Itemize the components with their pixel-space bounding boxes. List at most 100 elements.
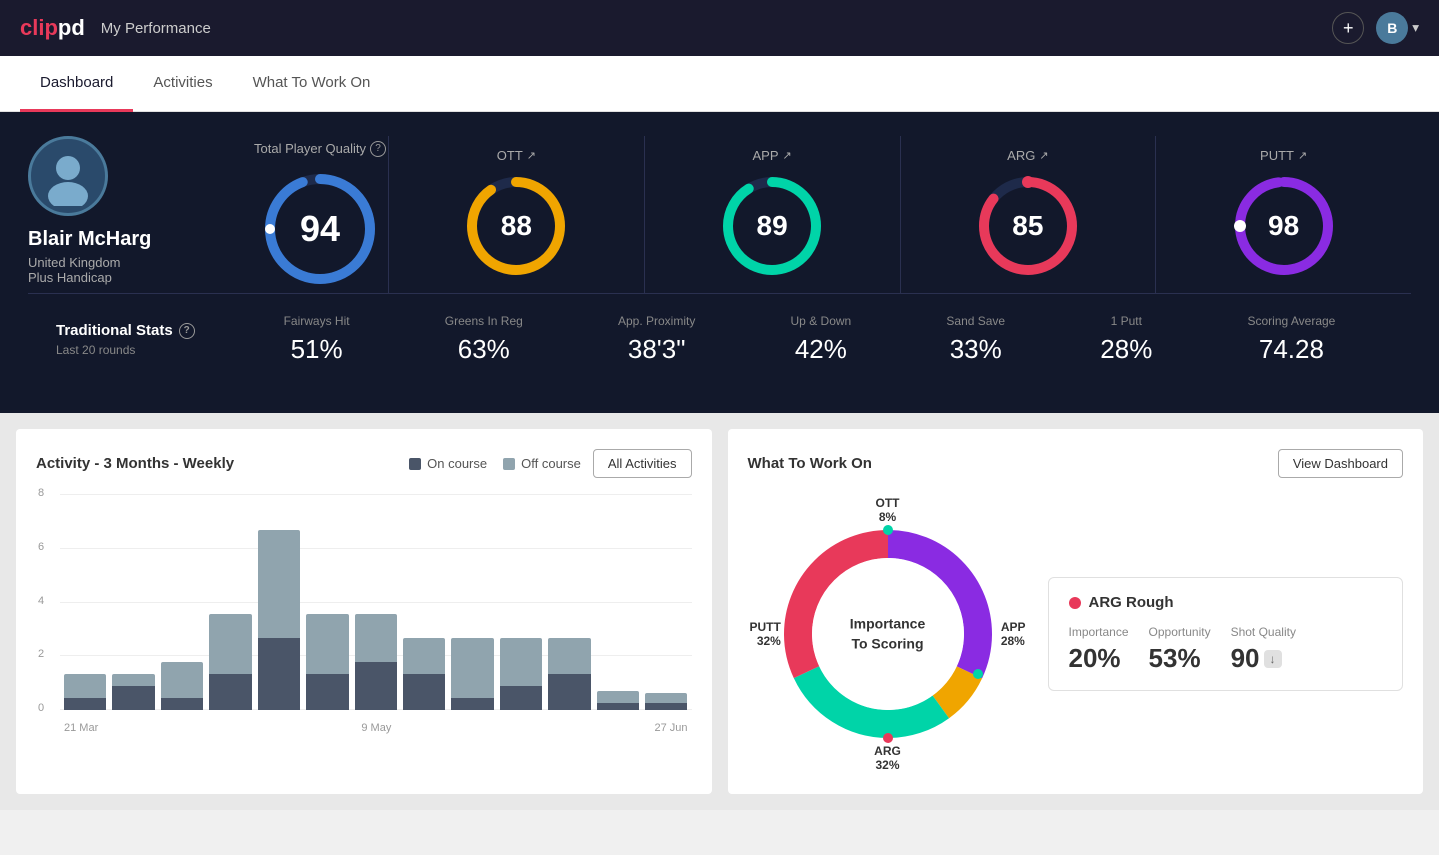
putt-trend-icon: ↗ — [1298, 149, 1307, 162]
activity-chart-title: Activity - 3 Months - Weekly — [36, 455, 234, 472]
tabs-nav: Dashboard Activities What To Work On — [0, 56, 1439, 112]
total-quality-value: 94 — [300, 208, 340, 250]
bar-group — [355, 494, 397, 710]
donut-wrapper: Importance To Scoring OTT 8% APP 28% — [748, 494, 1028, 774]
bar-group — [209, 494, 251, 710]
tab-dashboard[interactable]: Dashboard — [20, 56, 133, 112]
activity-chart-panel: Activity - 3 Months - Weekly On course O… — [16, 429, 712, 794]
bar-off-course — [597, 691, 639, 703]
donut-label-ott: OTT 8% — [876, 496, 900, 524]
score-putt: PUTT ↗ 98 — [1156, 136, 1411, 293]
trad-stats-subtitle: Last 20 rounds — [56, 343, 236, 357]
total-quality-help-icon[interactable]: ? — [370, 141, 386, 157]
shot-quality-label: Shot Quality — [1231, 625, 1296, 639]
opportunity-label: Opportunity — [1149, 625, 1211, 639]
bar-off-course — [451, 638, 493, 698]
bar-on-course — [209, 674, 251, 710]
bar-group — [500, 494, 542, 710]
sandsave-value: 33% — [946, 334, 1005, 365]
bar-group — [306, 494, 348, 710]
info-card-header: ARG Rough — [1069, 594, 1383, 611]
performance-banner: Blair McHarg United Kingdom Plus Handica… — [0, 112, 1439, 413]
tab-what-to-work-on[interactable]: What To Work On — [233, 56, 391, 112]
activity-chart-header: Activity - 3 Months - Weekly On course O… — [36, 449, 692, 478]
bar-off-course — [161, 662, 203, 698]
putt-circle: 98 — [1229, 171, 1339, 281]
arg-value: 85 — [1012, 210, 1043, 242]
stat-1putt: 1 Putt 28% — [1100, 314, 1152, 365]
bottom-panels: Activity - 3 Months - Weekly On course O… — [0, 413, 1439, 810]
scoring-avg-label: Scoring Average — [1248, 314, 1336, 328]
bar-group — [161, 494, 203, 710]
bar-off-course — [209, 614, 251, 674]
score-app: APP ↗ 89 — [645, 136, 901, 293]
bar-group — [451, 494, 493, 710]
score-ott: OTT ↗ 88 — [389, 136, 645, 293]
chart-legend: On course Off course — [409, 456, 581, 471]
stat-greens: Greens In Reg 63% — [445, 314, 523, 365]
info-metrics: Importance 20% Opportunity 53% Shot Qual… — [1069, 625, 1383, 674]
stat-sand-save: Sand Save 33% — [946, 314, 1005, 365]
score-ott-label: OTT ↗ — [497, 148, 536, 163]
greens-value: 63% — [445, 334, 523, 365]
total-quality-circle: 94 — [260, 169, 380, 289]
updown-value: 42% — [791, 334, 852, 365]
trad-stats-title: Traditional Stats ? — [56, 322, 236, 339]
trad-stats-help-icon[interactable]: ? — [179, 323, 195, 339]
view-dashboard-button[interactable]: View Dashboard — [1278, 449, 1403, 478]
wtwo-content: Importance To Scoring OTT 8% APP 28% — [748, 494, 1404, 774]
shot-quality-badge: ↓ — [1264, 650, 1282, 668]
all-activities-button[interactable]: All Activities — [593, 449, 692, 478]
arg-circle: 85 — [973, 171, 1083, 281]
opportunity-value: 53% — [1149, 643, 1211, 674]
info-card: ARG Rough Importance 20% Opportunity 53%… — [1048, 577, 1404, 691]
info-card-title: ARG Rough — [1089, 594, 1174, 611]
stat-up-down: Up & Down 42% — [791, 314, 852, 365]
avatar: B — [1376, 12, 1408, 44]
score-arg-label: ARG ↗ — [1007, 148, 1048, 163]
activity-chart-controls: On course Off course All Activities — [409, 449, 691, 478]
user-avatar-button[interactable]: B ▾ — [1376, 12, 1419, 44]
bar-off-course — [258, 530, 300, 638]
metric-opportunity: Opportunity 53% — [1149, 625, 1211, 674]
bar-group — [548, 494, 590, 710]
player-avatar — [28, 136, 108, 216]
putt-value: 98 — [1268, 210, 1299, 242]
ott-value: 88 — [501, 210, 532, 242]
donut-label-putt: PUTT 32% — [750, 620, 781, 648]
bar-group — [64, 494, 106, 710]
donut-label-app: APP 28% — [1001, 620, 1026, 648]
bar-off-course — [64, 674, 106, 698]
tab-activities[interactable]: Activities — [133, 56, 232, 112]
shot-quality-value: 90 — [1231, 643, 1260, 674]
bar-off-course — [500, 638, 542, 686]
bar-on-course — [597, 703, 639, 710]
traditional-stats: Traditional Stats ? Last 20 rounds Fairw… — [28, 293, 1411, 385]
bar-on-course — [500, 686, 542, 710]
on-course-dot — [409, 458, 421, 470]
header-left: clippd My Performance — [20, 15, 211, 41]
bar-group — [258, 494, 300, 710]
player-info: Blair McHarg United Kingdom Plus Handica… — [28, 136, 228, 293]
arg-trend-icon: ↗ — [1039, 149, 1048, 162]
bar-on-course — [355, 662, 397, 710]
player-name: Blair McHarg — [28, 228, 151, 251]
banner-top: Blair McHarg United Kingdom Plus Handica… — [28, 136, 1411, 293]
bars-container — [60, 494, 692, 710]
bar-off-course — [306, 614, 348, 674]
sandsave-label: Sand Save — [946, 314, 1005, 328]
info-card-dot — [1069, 597, 1081, 609]
scoring-avg-value: 74.28 — [1248, 334, 1336, 365]
add-button[interactable]: + — [1332, 12, 1364, 44]
what-to-work-on-panel: What To Work On View Dashboard — [728, 429, 1424, 794]
bar-on-course — [112, 686, 154, 710]
importance-value: 20% — [1069, 643, 1129, 674]
donut-chart-container: Importance To Scoring OTT 8% APP 28% — [748, 494, 1028, 774]
donut-center-text: Importance To Scoring — [850, 614, 925, 653]
bar-on-course — [161, 698, 203, 710]
stat-scoring-avg: Scoring Average 74.28 — [1248, 314, 1336, 365]
updown-label: Up & Down — [791, 314, 852, 328]
off-course-dot — [503, 458, 515, 470]
metric-shot-quality: Shot Quality 90 ↓ — [1231, 625, 1296, 674]
player-handicap: Plus Handicap — [28, 270, 112, 285]
